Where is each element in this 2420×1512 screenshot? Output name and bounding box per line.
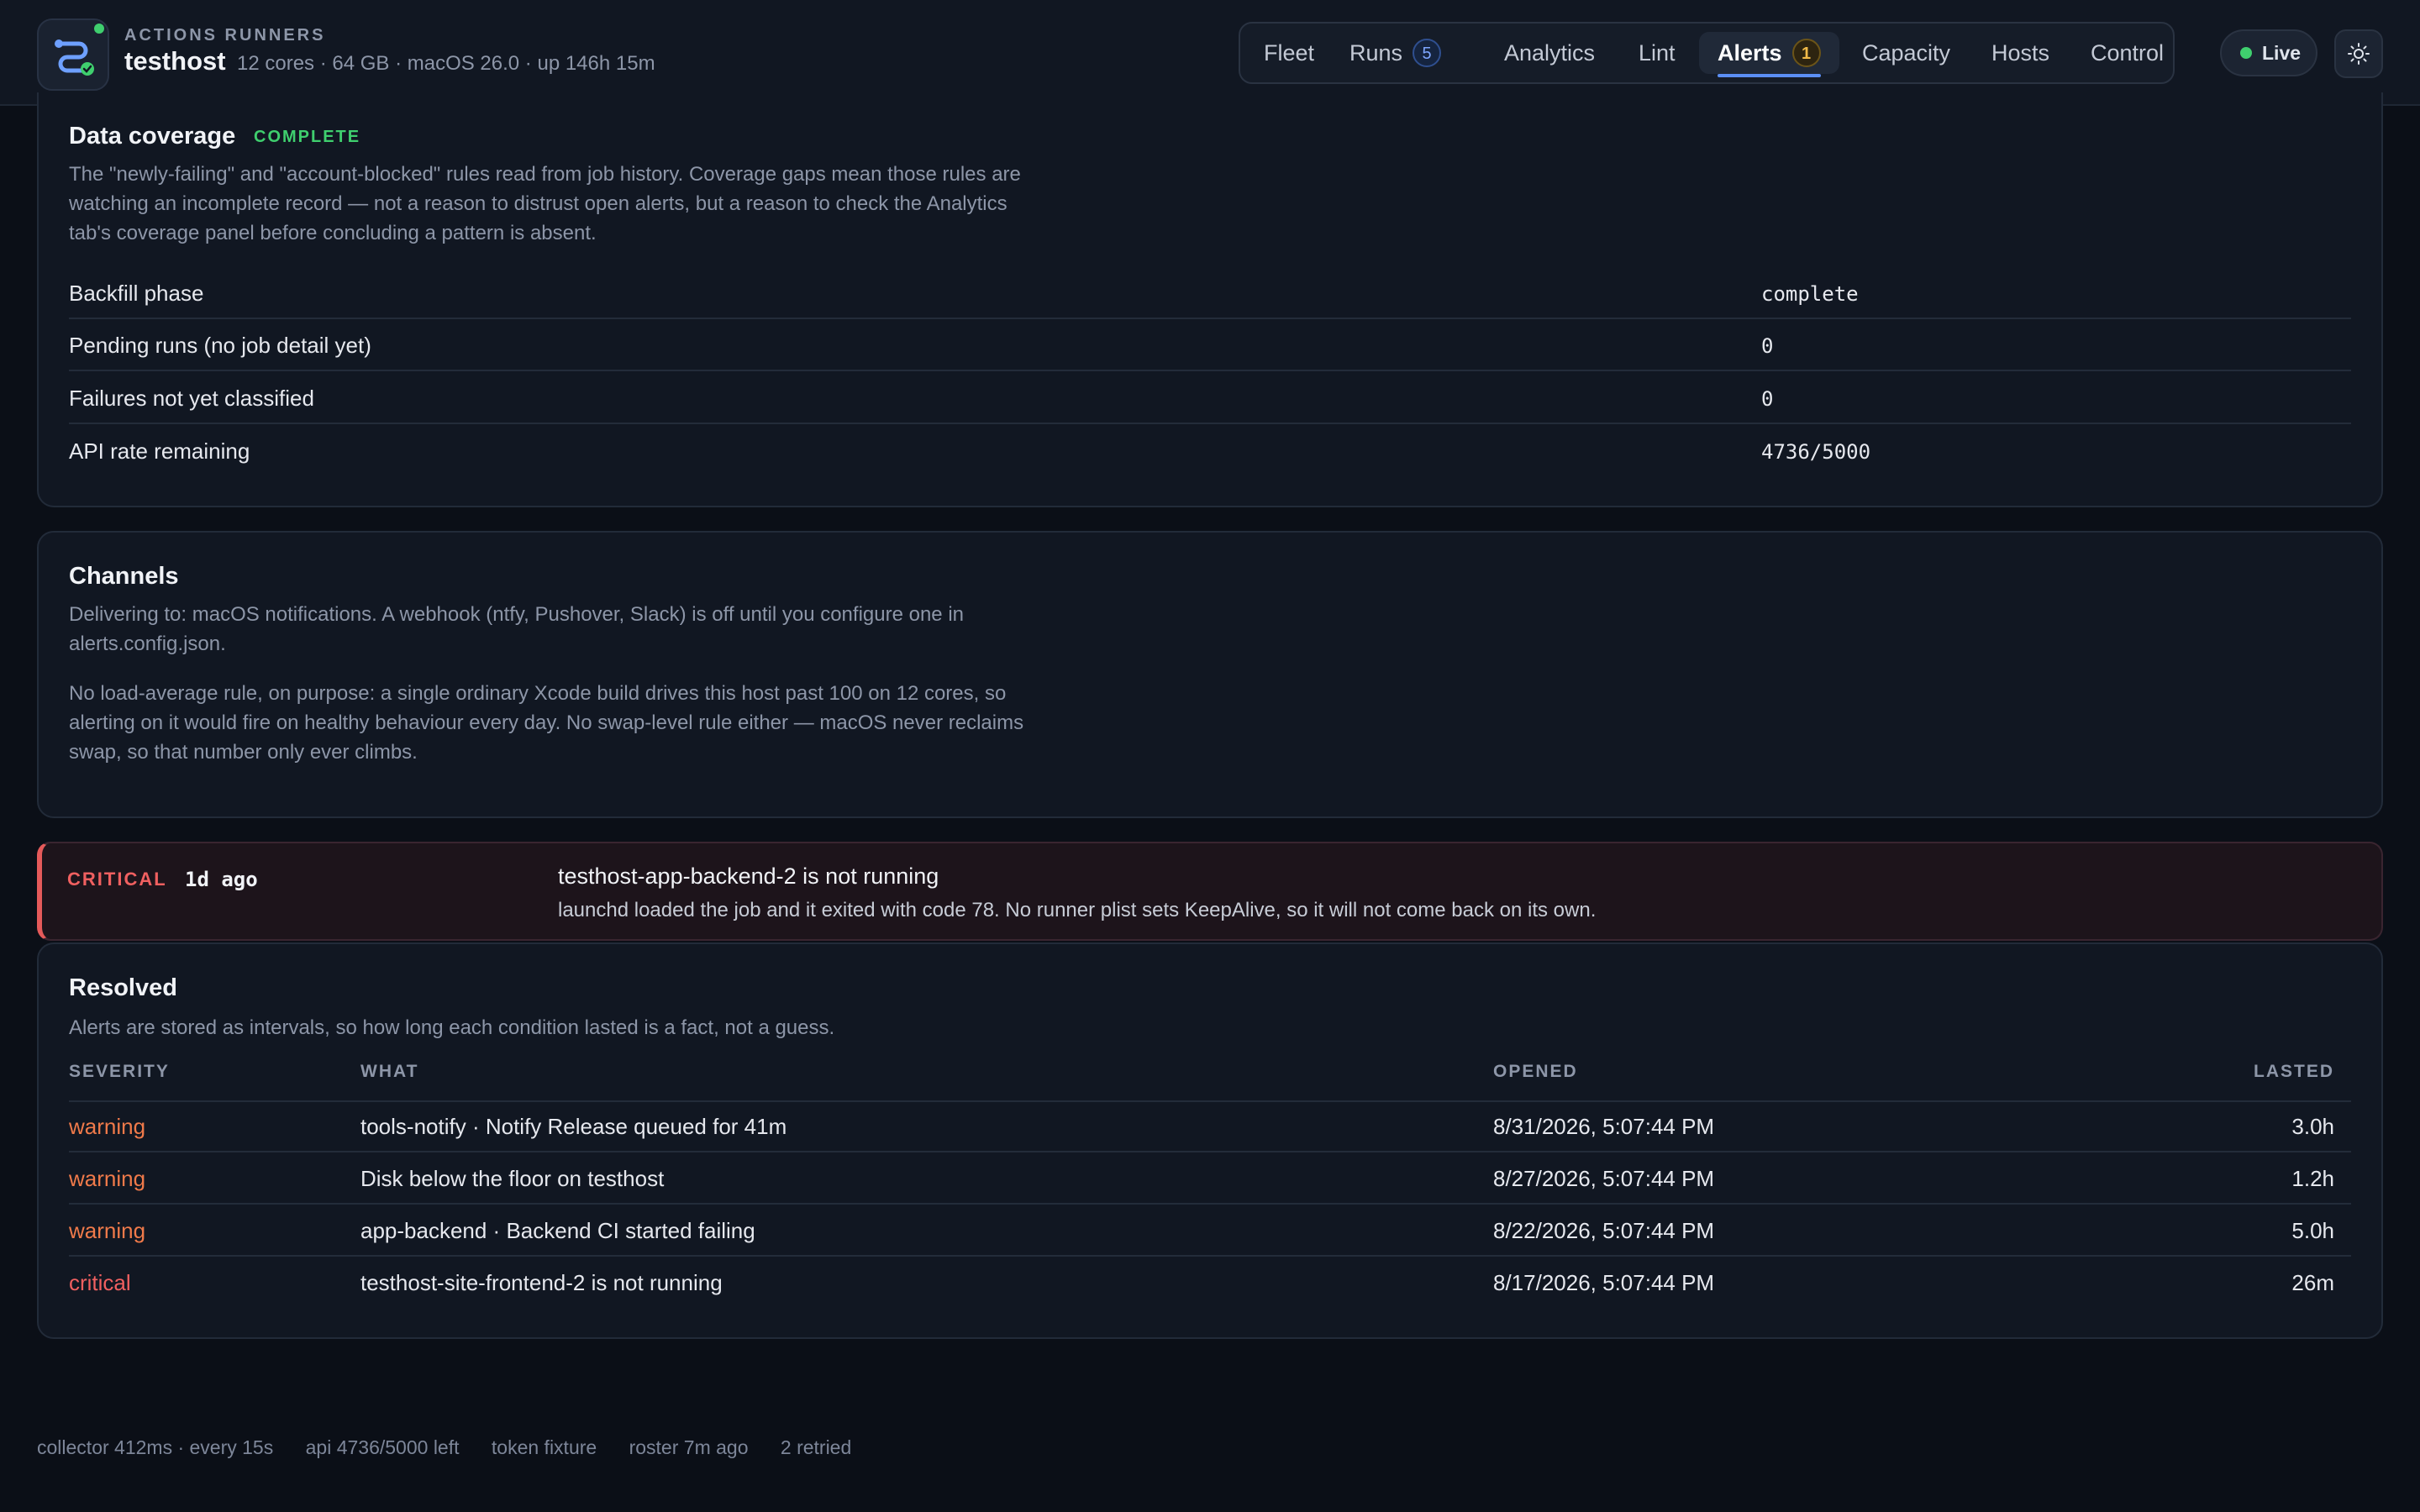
row-value: complete — [1761, 282, 1859, 306]
footer-api: api 4736/5000 left — [305, 1436, 460, 1458]
what-cell: app-backend · Backend CI started failing — [360, 1218, 755, 1243]
table-row[interactable]: warning Disk below the floor on testhost… — [69, 1152, 2351, 1205]
table-row[interactable]: warning tools-notify · Notify Release qu… — [69, 1100, 2351, 1152]
live-label: Live — [2262, 42, 2302, 64]
severity-cell: warning — [69, 1166, 146, 1191]
row-value: 0 — [1761, 334, 1774, 358]
alerts-count-badge: 1 — [1791, 39, 1821, 67]
app-header: ACTIONS RUNNERS testhost 12 cores · 64 G… — [0, 0, 2420, 106]
tab-fleet[interactable]: Fleet — [1245, 32, 1333, 74]
tab-control[interactable]: Control — [2072, 32, 2182, 74]
resolved-description: Alerts are stored as intervals, so how l… — [69, 1016, 835, 1039]
host-meta: 12 cores · 64 GB · macOS 26.0 · up 146h … — [237, 52, 655, 75]
main-nav: Fleet Runs 5 Analytics Lint Alerts 1 Capac… — [1239, 22, 2175, 84]
opened-cell: 8/17/2026, 5:07:44 PM — [1493, 1270, 1715, 1295]
coverage-row: Failures not yet classified 0 — [69, 372, 2351, 424]
row-value: 0 — [1761, 387, 1774, 411]
theme-toggle-button[interactable] — [2334, 29, 2383, 78]
column-header-what[interactable]: WHAT — [360, 1062, 418, 1082]
what-cell: Disk below the floor on testhost — [360, 1166, 665, 1191]
severity-cell: critical — [69, 1270, 131, 1295]
tab-label: Lint — [1639, 40, 1676, 66]
coverage-description: The "newly-failing" and "account-blocked… — [69, 163, 1021, 244]
live-toggle-button[interactable]: Live — [2220, 29, 2317, 76]
tab-lint[interactable]: Lint — [1620, 32, 1694, 74]
channels-rules-note: No load-average rule, on purpose: a sing… — [69, 682, 1024, 764]
live-dot-icon — [2240, 47, 2252, 59]
lasted-cell: 1.2h — [2291, 1166, 2334, 1191]
what-cell: tools-notify · Notify Release queued for… — [360, 1114, 787, 1139]
column-header-severity[interactable]: SEVERITY — [69, 1062, 170, 1082]
footer-roster: roster 7m ago — [629, 1436, 749, 1458]
severity-cell: warning — [69, 1114, 146, 1139]
card-title: Data coverage — [69, 123, 236, 150]
coverage-row: Pending runs (no job detail yet) 0 — [69, 319, 2351, 371]
resolved-card: Resolved Alerts are stored as intervals,… — [37, 942, 2383, 1339]
card-title: Channels — [69, 563, 179, 590]
tab-label: Hosts — [1991, 40, 2050, 66]
table-row[interactable]: critical testhost-site-frontend-2 is not… — [69, 1257, 2351, 1309]
tab-label: Runs — [1349, 40, 1403, 66]
table-row[interactable]: warning app-backend · Backend CI started… — [69, 1205, 2351, 1257]
tab-runs[interactable]: Runs 5 — [1331, 32, 1460, 74]
alert-age: 1d ago — [185, 868, 258, 891]
tab-label: Control — [2091, 40, 2165, 66]
channels-card: Channels Delivering to: macOS notificati… — [37, 531, 2383, 818]
tab-analytics[interactable]: Analytics — [1486, 32, 1613, 74]
runner-logo-icon — [37, 18, 109, 91]
what-cell: testhost-site-frontend-2 is not running — [360, 1270, 723, 1295]
severity-cell: warning — [69, 1218, 146, 1243]
brand-eyebrow: ACTIONS RUNNERS — [124, 26, 326, 45]
column-header-opened[interactable]: OPENED — [1493, 1062, 1578, 1082]
lasted-cell: 3.0h — [2291, 1114, 2334, 1139]
tab-hosts[interactable]: Hosts — [1973, 32, 2068, 74]
lasted-cell: 26m — [2291, 1270, 2334, 1295]
opened-cell: 8/31/2026, 5:07:44 PM — [1493, 1114, 1715, 1139]
table-header: SEVERITY WHAT OPENED LASTED — [69, 1062, 2351, 1102]
footer-token: token fixture — [491, 1436, 597, 1458]
status-badge: COMPLETE — [254, 128, 361, 146]
card-title: Resolved — [69, 974, 177, 1001]
row-value: 4736/5000 — [1761, 440, 1871, 464]
alert-detail: launchd loaded the job and it exited wit… — [558, 899, 1597, 921]
tab-capacity[interactable]: Capacity — [1844, 32, 1969, 74]
runs-count-badge: 5 — [1413, 39, 1442, 67]
footer-retried: 2 retried — [780, 1436, 852, 1458]
sun-icon — [2348, 43, 2370, 65]
footer-collector: collector 412ms · every 15s — [37, 1436, 274, 1458]
tab-label: Analytics — [1504, 40, 1596, 66]
status-footer: collector 412ms · every 15s api 4736/500… — [37, 1436, 878, 1459]
alert-title: testhost-app-backend-2 is not running — [558, 864, 939, 889]
open-alert[interactable]: CRITICAL 1d ago testhost-app-backend-2 i… — [37, 842, 2383, 941]
coverage-row: Backfill phase complete — [69, 267, 2351, 319]
opened-cell: 8/27/2026, 5:07:44 PM — [1493, 1166, 1715, 1191]
alert-severity: CRITICAL — [67, 869, 167, 890]
tab-label: Alerts — [1718, 40, 1782, 66]
tab-label: Capacity — [1862, 40, 1951, 66]
row-label: API rate remaining — [69, 438, 250, 464]
column-header-lasted[interactable]: LASTED — [2254, 1062, 2334, 1082]
coverage-row: API rate remaining 4736/5000 — [69, 425, 2351, 477]
row-label: Backfill phase — [69, 281, 204, 306]
lasted-cell: 5.0h — [2291, 1218, 2334, 1243]
opened-cell: 8/22/2026, 5:07:44 PM — [1493, 1218, 1715, 1243]
host-name: testhost — [124, 46, 226, 76]
channels-delivery-text: Delivering to: macOS notifications. A we… — [69, 603, 964, 655]
data-coverage-card: Data coverage COMPLETE The "newly-failin… — [37, 92, 2383, 507]
row-label: Pending runs (no job detail yet) — [69, 333, 371, 358]
row-label: Failures not yet classified — [69, 386, 314, 411]
tab-label: Fleet — [1264, 40, 1315, 66]
tab-alerts[interactable]: Alerts 1 — [1699, 32, 1839, 77]
